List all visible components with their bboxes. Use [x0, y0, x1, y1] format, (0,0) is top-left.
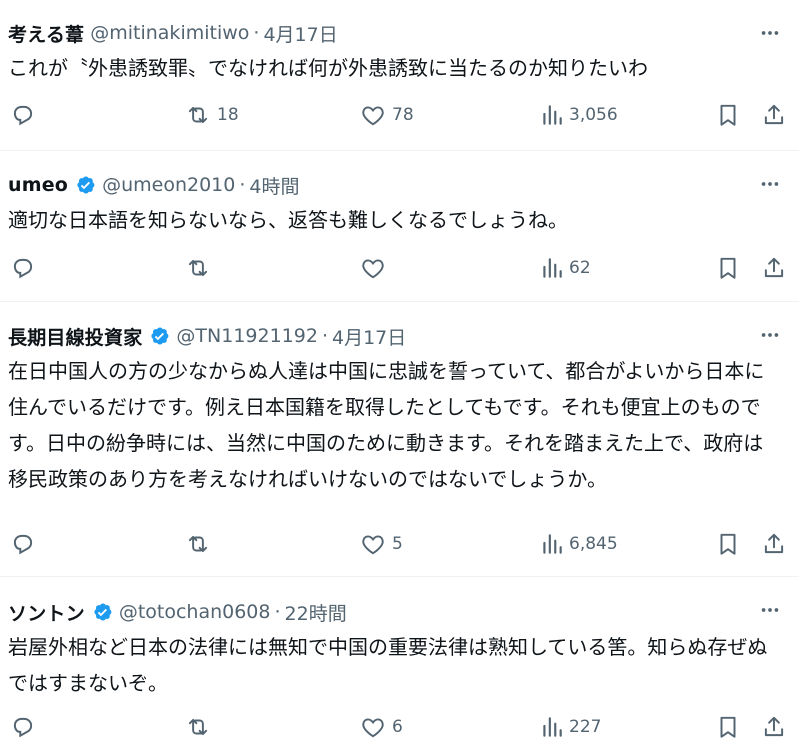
tweet-actions: 6 227 — [8, 712, 799, 742]
views-icon — [543, 105, 562, 125]
tweet-header: umeo @umeon2010 · 4時間 — [8, 172, 799, 198]
tweet-actions: 18 78 3,056 — [8, 100, 799, 130]
tweet-header: ソントン @totochan0608 · 22時間 — [8, 599, 799, 625]
bookmark-button[interactable] — [715, 255, 741, 281]
bookmark-icon — [720, 533, 736, 555]
retweet-button[interactable] — [185, 531, 217, 557]
share-icon — [764, 257, 784, 278]
author-name[interactable]: umeo — [8, 174, 68, 196]
tweet[interactable]: 考える葦 @mitinakimitiwo · 4月17日 これが〝外患誘致罪〟で… — [0, 0, 799, 151]
separator-dot: · — [253, 22, 260, 44]
reply-button[interactable] — [10, 255, 42, 281]
like-button[interactable]: 6 — [360, 714, 403, 740]
verified-badge-icon — [74, 174, 96, 196]
retweet-icon — [188, 259, 208, 277]
like-button[interactable]: 5 — [360, 531, 403, 557]
share-button[interactable] — [761, 102, 787, 128]
author-name[interactable]: ソントン — [8, 599, 85, 626]
views-icon — [543, 717, 562, 737]
more-icon[interactable] — [759, 173, 781, 195]
author-handle[interactable]: @mitinakimitiwo — [90, 22, 249, 44]
more-icon[interactable] — [759, 22, 781, 44]
share-button[interactable] — [761, 714, 787, 740]
tweet-text: 在日中国人の方の少なからぬ人達は中国に忠誠を誓っていて、都合がよいから日本に住ん… — [8, 359, 765, 491]
like-icon — [362, 259, 384, 279]
separator-dot: · — [274, 601, 281, 623]
share-button[interactable] — [761, 531, 787, 557]
views-button[interactable]: 3,056 — [539, 102, 618, 128]
bookmark-button[interactable] — [715, 714, 741, 740]
separator-dot: · — [321, 325, 328, 347]
author-handle[interactable]: @totochan0608 — [119, 601, 271, 623]
timeline: 考える葦 @mitinakimitiwo · 4月17日 これが〝外患誘致罪〟で… — [0, 0, 799, 746]
like-count: 5 — [392, 534, 403, 554]
timestamp[interactable]: 4月17日 — [332, 323, 406, 350]
tweet[interactable]: umeo @umeon2010 · 4時間 適切な日本語を知らないなら、返答も難… — [0, 151, 799, 302]
tweet-header: 長期目線投資家 @TN11921192 · 4月17日 — [8, 323, 799, 349]
views-count: 62 — [569, 258, 591, 278]
author-handle[interactable]: @umeon2010 — [102, 174, 235, 196]
author-name[interactable]: 考える葦 — [8, 20, 84, 47]
views-count: 227 — [569, 717, 602, 737]
author-name[interactable]: 長期目線投資家 — [8, 323, 142, 350]
share-button[interactable] — [761, 255, 787, 281]
bookmark-icon — [720, 257, 736, 279]
like-count: 78 — [392, 105, 414, 125]
timestamp[interactable]: 4月17日 — [263, 20, 337, 47]
retweet-button[interactable] — [185, 714, 217, 740]
more-icon[interactable] — [759, 599, 781, 621]
views-button[interactable]: 227 — [539, 714, 601, 740]
retweet-icon — [188, 535, 208, 553]
bookmark-button[interactable] — [715, 102, 741, 128]
views-button[interactable]: 6,845 — [539, 531, 618, 557]
retweet-button[interactable] — [185, 255, 217, 281]
reply-icon — [13, 717, 33, 738]
verified-badge-icon — [148, 325, 170, 347]
bookmark-icon — [720, 104, 736, 126]
like-icon — [362, 718, 384, 738]
separator-dot: · — [239, 174, 246, 196]
tweet-actions: 5 6,845 — [8, 529, 799, 559]
like-button[interactable] — [360, 255, 392, 281]
like-icon — [362, 106, 384, 126]
views-icon — [543, 534, 562, 554]
tweet[interactable]: 長期目線投資家 @TN11921192 · 4月17日 在日中国人の方の少なから… — [0, 302, 799, 577]
timestamp[interactable]: 4時間 — [249, 172, 299, 199]
views-button[interactable]: 62 — [539, 255, 591, 281]
retweet-icon — [188, 106, 208, 124]
share-icon — [764, 533, 784, 554]
bookmark-button[interactable] — [715, 531, 741, 557]
retweet-icon — [188, 718, 208, 736]
tweet[interactable]: ソントン @totochan0608 · 22時間 岩屋外相など日本の法律には無… — [0, 577, 799, 746]
tweet-text: これが〝外患誘致罪〟でなければ何が外患誘致に当たるのか知りたいわ — [8, 56, 648, 80]
views-count: 3,056 — [569, 105, 618, 125]
tweet-text: 岩屋外相など日本の法律には無知で中国の重要法律は熟知している筈。知らぬ存ぜぬでは… — [8, 635, 768, 695]
retweet-button[interactable]: 18 — [185, 102, 239, 128]
tweet-text: 適切な日本語を知らないなら、返答も難しくなるでしょうね。 — [8, 208, 568, 232]
reply-icon — [13, 258, 33, 279]
views-icon — [543, 258, 562, 278]
retweet-count: 18 — [217, 105, 239, 125]
reply-button[interactable] — [10, 714, 42, 740]
reply-button[interactable] — [10, 531, 42, 557]
more-icon[interactable] — [759, 324, 781, 346]
views-count: 6,845 — [569, 534, 618, 554]
share-icon — [764, 104, 784, 125]
like-count: 6 — [392, 717, 403, 737]
author-handle[interactable]: @TN11921192 — [176, 325, 318, 347]
tweet-actions: 62 — [8, 253, 799, 283]
share-icon — [764, 716, 784, 737]
timestamp[interactable]: 22時間 — [285, 599, 347, 626]
bookmark-icon — [720, 716, 736, 738]
like-icon — [362, 535, 384, 555]
like-button[interactable]: 78 — [360, 102, 414, 128]
verified-badge-icon — [91, 601, 113, 623]
reply-button[interactable] — [10, 102, 42, 128]
reply-icon — [13, 105, 33, 126]
tweet-header: 考える葦 @mitinakimitiwo · 4月17日 — [8, 20, 799, 46]
reply-icon — [13, 534, 33, 555]
